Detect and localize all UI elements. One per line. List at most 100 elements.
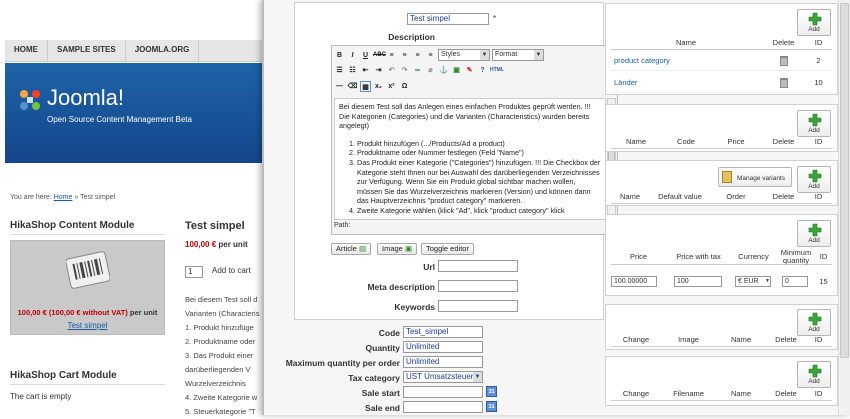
module-product-link[interactable]: Test simpel	[10, 321, 165, 330]
manage-variants-button[interactable]: Manage variants	[718, 167, 792, 187]
name-input[interactable]: Test simpel	[407, 13, 489, 25]
meta-description-label: Meta description	[367, 282, 435, 292]
trash-icon[interactable]	[779, 77, 788, 88]
currency-select[interactable]: € EUR ▼	[735, 275, 771, 287]
strikethrough-button[interactable]: ABC	[373, 50, 386, 61]
add-related-button[interactable]: Add	[797, 110, 831, 137]
anchor-icon[interactable]: ⚓	[438, 65, 449, 76]
article-icon: ▤	[358, 244, 367, 253]
article-button[interactable]: Article ▤	[331, 243, 372, 255]
max-quantity-label: Maximum quantity per order	[285, 358, 400, 368]
add-file-button[interactable]: Add	[797, 361, 831, 388]
cart-empty-text: The cart is empty	[10, 392, 72, 401]
add-to-cart-button[interactable]: Add to cart	[212, 266, 251, 275]
italic-button[interactable]: I	[347, 50, 358, 61]
horizontal-rule-icon[interactable]: —	[334, 81, 345, 92]
add-price-button[interactable]: Add	[797, 220, 831, 247]
joomla-logo-icon	[20, 90, 40, 110]
underline-button[interactable]: U	[360, 50, 371, 61]
plus-icon	[808, 223, 822, 237]
superscript-icon[interactable]: x²	[386, 81, 397, 92]
image-icon[interactable]: ▣	[451, 65, 462, 76]
category-link[interactable]: Länder	[614, 78, 637, 87]
quantity-input[interactable]: 1	[185, 266, 203, 278]
chevron-down-icon: ▼	[765, 277, 770, 284]
modal-scrollbar[interactable]	[838, 0, 850, 415]
calendar-icon[interactable]: 31	[486, 386, 497, 397]
styles-select[interactable]: Styles ▼	[438, 49, 490, 61]
numbered-list-icon[interactable]: ☷	[347, 65, 358, 76]
keywords-label: Keywords	[394, 302, 435, 312]
files-panel: Add Change Filename Name Delete ID	[605, 356, 838, 406]
table-row: product category 2	[611, 51, 832, 71]
brand-tagline: Open Source Content Management Beta	[47, 115, 192, 124]
keywords-input[interactable]	[438, 300, 518, 312]
content-module-title: HikaShop Content Module	[10, 220, 165, 235]
nav-joomla-org[interactable]: JOOMLA.ORG	[126, 40, 200, 61]
code-input[interactable]: Test_simpel	[403, 326, 483, 338]
tax-category-label: Tax category	[348, 373, 400, 383]
unlink-icon[interactable]: ⌀	[425, 65, 436, 76]
visual-aid-icon[interactable]: ▦	[360, 81, 371, 92]
nav-sample-sites[interactable]: SAMPLE SITES	[48, 40, 126, 61]
images-table-header: Change Image Name Delete ID	[611, 333, 832, 347]
editor-content[interactable]: Bei diesem Test soll das Anlegen eines e…	[334, 98, 606, 220]
breadcrumb: You are here: Home » Test simpel	[10, 194, 116, 201]
price-with-tax-input[interactable]: 100	[674, 275, 722, 287]
undo-icon[interactable]: ↶	[386, 65, 397, 76]
outdent-icon[interactable]: ⇤	[360, 65, 371, 76]
plus-icon	[808, 113, 822, 127]
table-row: 100.00000 100 € EUR ▼ 0 15	[611, 271, 832, 291]
sale-start-input[interactable]	[403, 386, 483, 398]
max-quantity-input[interactable]: Unlimited	[403, 356, 483, 368]
format-select[interactable]: Format ▼	[492, 49, 544, 61]
code-icon[interactable]: HTML	[490, 65, 504, 76]
url-input[interactable]	[438, 260, 518, 272]
add-category-button[interactable]: Add	[797, 9, 831, 36]
align-center-icon[interactable]: ≡	[399, 50, 410, 61]
bullet-list-icon[interactable]: ☰	[334, 65, 345, 76]
add-image-button[interactable]: Add	[797, 309, 831, 336]
align-right-icon[interactable]: ≡	[412, 50, 423, 61]
categories-panel: Add Name Delete ID product category 2 Lä…	[605, 3, 838, 95]
trash-icon[interactable]	[779, 55, 788, 66]
indent-icon[interactable]: ⇥	[373, 65, 384, 76]
prices-panel: Add Price Price with tax Currency Minimu…	[605, 214, 838, 296]
meta-description-input[interactable]	[438, 280, 518, 292]
price-input[interactable]: 100.00000	[611, 275, 657, 287]
sale-end-input[interactable]	[403, 401, 483, 413]
files-table-header: Change Filename Name Delete ID	[611, 387, 832, 401]
align-justify-icon[interactable]: ≡	[425, 50, 436, 61]
align-left-icon[interactable]: ≡	[386, 50, 397, 61]
image-button[interactable]: Image ▣	[377, 243, 418, 255]
special-char-icon[interactable]: Ω	[399, 81, 410, 92]
remove-format-icon[interactable]: ⌫	[347, 81, 358, 92]
quantity-input[interactable]: Unlimited	[403, 341, 483, 353]
scroll-thumb[interactable]	[840, 3, 849, 358]
subscript-icon[interactable]: x₂	[373, 81, 384, 92]
calendar-icon[interactable]: 31	[486, 401, 497, 412]
main-info-panel: Name Test simpel * Description B I U ABC…	[294, 2, 618, 320]
nav-home[interactable]: HOME	[5, 40, 48, 61]
cleanup-icon[interactable]: ✎	[464, 65, 475, 76]
barcode-icon	[66, 251, 110, 289]
picture-icon: ▣	[404, 244, 413, 253]
redo-icon[interactable]: ↷	[399, 65, 410, 76]
breadcrumb-home-link[interactable]: Home	[54, 194, 73, 201]
plus-icon	[808, 12, 822, 26]
list-item: Produkt hinzufügen (.../Products/Ad a pr…	[357, 139, 601, 149]
list-item: Zweite Kategorie wählen (klick "Ad", kli…	[357, 206, 601, 216]
product-title: Test simpel	[185, 220, 245, 232]
link-icon[interactable]: ∞	[412, 65, 423, 76]
list-item: Produktname oder Nummer festlegen (Feld …	[357, 148, 601, 158]
table-row: Länder 10	[611, 73, 832, 93]
minimum-quantity-input[interactable]: 0	[782, 275, 808, 287]
toggle-editor-button[interactable]: Toggle editor	[421, 243, 474, 255]
tax-category-select[interactable]: UST Umsatzsteuer ▼	[403, 371, 483, 383]
bold-button[interactable]: B	[334, 50, 345, 61]
category-link[interactable]: product category	[614, 56, 670, 65]
help-icon[interactable]: ?	[477, 65, 488, 76]
add-characteristic-button[interactable]: Add	[797, 166, 831, 193]
required-mark: *	[493, 14, 497, 23]
variants-icon	[722, 171, 732, 183]
